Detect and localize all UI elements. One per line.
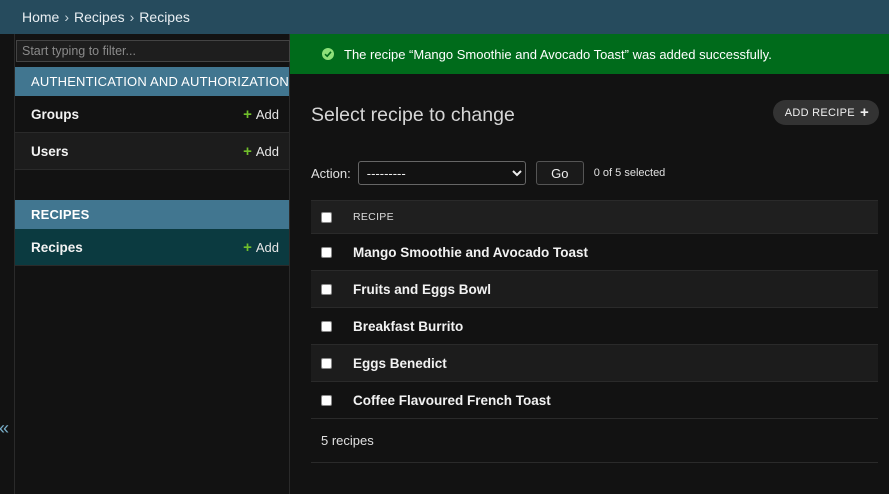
- recipe-link[interactable]: Eggs Benedict: [353, 356, 447, 371]
- add-groups-link[interactable]: + Add: [243, 107, 279, 122]
- add-recipe-button[interactable]: ADD RECIPE +: [772, 100, 879, 125]
- module-caption-auth[interactable]: AUTHENTICATION AND AUTHORIZATION: [15, 67, 289, 96]
- row-checkbox[interactable]: [321, 394, 332, 406]
- sidebar-collapse-toggle[interactable]: «: [0, 419, 9, 437]
- sidebar-item-users[interactable]: Users + Add: [15, 133, 289, 170]
- sidebar-gutter: «: [0, 34, 14, 494]
- row-checkbox[interactable]: [321, 357, 332, 369]
- sidebar-item-label[interactable]: Recipes: [31, 240, 83, 255]
- module-caption-recipes[interactable]: RECIPES: [15, 200, 289, 229]
- success-message-text: The recipe “Mango Smoothie and Avocado T…: [344, 46, 772, 62]
- add-link-label: Add: [255, 106, 279, 122]
- plus-icon: +: [243, 142, 252, 160]
- recipe-link[interactable]: Coffee Flavoured French Toast: [353, 393, 551, 408]
- recipe-link[interactable]: Mango Smoothie and Avocado Toast: [353, 245, 588, 260]
- actions-bar: Action: --------- Go 0 of 5 selected: [311, 161, 665, 185]
- breadcrumb: Home › Recipes › Recipes: [0, 0, 889, 34]
- recipe-link[interactable]: Fruits and Eggs Bowl: [353, 282, 491, 297]
- table-row: Mango Smoothie and Avocado Toast: [311, 234, 878, 271]
- plus-icon: +: [243, 238, 252, 256]
- sidebar-item-groups[interactable]: Groups + Add: [15, 96, 289, 133]
- add-link-label: Add: [255, 239, 279, 255]
- nav-filter-input[interactable]: [16, 40, 290, 62]
- breadcrumb-separator: ›: [129, 9, 135, 25]
- plus-icon: +: [243, 105, 252, 123]
- success-message: The recipe “Mango Smoothie and Avocado T…: [290, 34, 889, 74]
- main-content: The recipe “Mango Smoothie and Avocado T…: [290, 34, 889, 494]
- row-checkbox[interactable]: [321, 246, 332, 258]
- plus-icon: +: [859, 103, 869, 121]
- selection-counter: 0 of 5 selected: [593, 167, 666, 179]
- success-check-icon: [322, 48, 334, 60]
- table-header: RECIPE: [311, 200, 878, 234]
- sidebar-item-label[interactable]: Groups: [31, 107, 79, 122]
- action-label: Action:: [311, 165, 351, 181]
- action-select[interactable]: ---------: [357, 161, 526, 185]
- breadcrumb-current: Recipes: [139, 9, 190, 25]
- breadcrumb-home[interactable]: Home: [22, 9, 59, 25]
- recipe-link[interactable]: Breakfast Burrito: [353, 319, 463, 334]
- row-checkbox[interactable]: [321, 320, 332, 332]
- table-row: Eggs Benedict: [311, 345, 878, 382]
- sidebar-item-recipes[interactable]: Recipes + Add: [15, 229, 289, 266]
- add-recipes-link[interactable]: + Add: [243, 240, 279, 255]
- add-link-label: Add: [255, 143, 279, 159]
- table-row: Coffee Flavoured French Toast: [311, 382, 878, 419]
- paginator: 5 recipes: [311, 419, 878, 463]
- column-header-recipe[interactable]: RECIPE: [353, 211, 394, 223]
- row-checkbox[interactable]: [321, 283, 332, 295]
- go-button[interactable]: Go: [535, 161, 584, 185]
- results-table: RECIPE Mango Smoothie and Avocado Toast …: [311, 200, 878, 463]
- table-row: Breakfast Burrito: [311, 308, 878, 345]
- add-users-link[interactable]: + Add: [243, 144, 279, 159]
- page-title: Select recipe to change: [311, 104, 515, 126]
- breadcrumb-app[interactable]: Recipes: [74, 9, 125, 25]
- add-recipe-label: ADD RECIPE: [784, 106, 855, 119]
- sidebar-item-label[interactable]: Users: [31, 144, 69, 159]
- nav-sidebar: AUTHENTICATION AND AUTHORIZATION Groups …: [14, 34, 290, 494]
- breadcrumb-separator: ›: [64, 9, 70, 25]
- table-row: Fruits and Eggs Bowl: [311, 271, 878, 308]
- select-all-checkbox[interactable]: [321, 211, 332, 223]
